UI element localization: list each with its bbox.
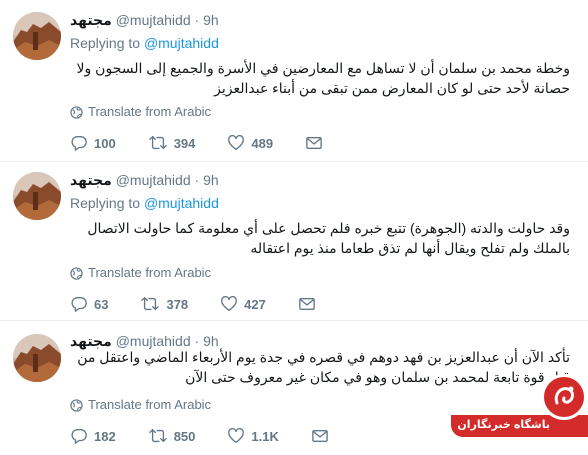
- replying-to: Replying to @mujtahidd: [70, 34, 219, 52]
- retweet-icon: [148, 429, 167, 443]
- globe-icon: [70, 266, 83, 280]
- retweet-icon: [141, 297, 160, 311]
- reply-count: 182: [94, 428, 116, 444]
- retweet-count: 378: [166, 296, 189, 312]
- emblem-icon: [554, 386, 574, 405]
- tweet-text: وخطة محمد بن سلمان أن لا تساهل مع المعار…: [76, 60, 570, 96]
- mention-link[interactable]: @mujtahidd: [144, 35, 219, 51]
- reply-icon: [71, 136, 87, 151]
- retweet-button[interactable]: 850: [148, 427, 196, 445]
- translate-link[interactable]: Translate from Arabic: [70, 104, 211, 120]
- reply-icon: [71, 429, 87, 444]
- watermark-emblem: [541, 374, 587, 420]
- heart-icon: [221, 295, 238, 311]
- reply-count: 63: [94, 296, 109, 312]
- tweet[interactable]: مجتهد @mujtahidd · 9h Replying to @mujta…: [0, 162, 588, 319]
- tweet-actions: 182 850 1.1K: [70, 426, 329, 446]
- display-name[interactable]: مجتهد: [70, 12, 112, 28]
- mention-link[interactable]: @mujtahidd: [144, 195, 219, 211]
- separator-dot: ·: [194, 12, 200, 28]
- translate-label[interactable]: Translate from Arabic: [88, 397, 211, 413]
- retweet-button[interactable]: 378: [140, 295, 188, 313]
- timestamp[interactable]: 9h: [203, 172, 219, 188]
- tweet[interactable]: مجتهد @mujtahidd · 9h Replying to @mujta…: [0, 0, 588, 160]
- desert-landscape-avatar: [13, 172, 61, 220]
- tweet-actions: 100 394 489: [70, 133, 323, 153]
- translate-link[interactable]: Translate from Arabic: [70, 397, 211, 413]
- retweet-count: 394: [173, 135, 196, 151]
- globe-icon: [70, 398, 83, 412]
- heart-icon: [228, 134, 245, 150]
- avatar[interactable]: [13, 334, 61, 382]
- like-button[interactable]: 489: [227, 134, 273, 152]
- like-button[interactable]: 427: [220, 295, 266, 313]
- separator-dot: ·: [194, 172, 200, 188]
- desert-landscape-avatar: [13, 12, 61, 60]
- retweet-button[interactable]: 394: [148, 134, 196, 152]
- like-count: 1.1K: [251, 428, 279, 444]
- reply-count: 100: [94, 135, 116, 151]
- reply-icon: [71, 297, 87, 312]
- display-name[interactable]: مجتهد: [70, 172, 112, 188]
- retweet-icon: [148, 136, 167, 150]
- like-count: 427: [244, 296, 266, 312]
- watermark-logo: باشگاه خبرنگاران: [451, 372, 588, 455]
- user-handle[interactable]: @mujtahidd: [116, 12, 191, 28]
- watermark-text: باشگاه خبرنگاران: [457, 419, 550, 431]
- direct-message-button[interactable]: [305, 135, 323, 151]
- reply-button[interactable]: 182: [70, 427, 116, 445]
- avatar[interactable]: [13, 172, 61, 220]
- avatar[interactable]: [13, 12, 61, 60]
- reply-button[interactable]: 100: [70, 134, 116, 152]
- replying-to: Replying to @mujtahidd: [70, 194, 219, 212]
- envelope-icon: [299, 298, 315, 310]
- tweet-text: وقد حاولت والدته (الجوهرة) تتبع خبره فلم…: [87, 220, 570, 256]
- globe-icon: [70, 105, 83, 119]
- direct-message-button[interactable]: [298, 296, 316, 312]
- like-count: 489: [251, 135, 274, 151]
- tweet-header: مجتهد @mujtahidd · 9h: [70, 11, 219, 29]
- translate-label[interactable]: Translate from Arabic: [88, 265, 211, 281]
- envelope-icon: [312, 430, 328, 442]
- timestamp[interactable]: 9h: [203, 12, 219, 28]
- tweet-actions: 63 378 427: [70, 294, 316, 314]
- envelope-icon: [306, 137, 322, 149]
- desert-landscape-avatar: [13, 334, 61, 382]
- translate-link[interactable]: Translate from Arabic: [70, 265, 211, 281]
- retweet-count: 850: [173, 428, 196, 444]
- direct-message-button[interactable]: [311, 428, 329, 444]
- heart-icon: [228, 427, 245, 443]
- replying-label: Replying to: [70, 195, 141, 211]
- like-button[interactable]: 1.1K: [227, 427, 279, 445]
- reply-button[interactable]: 63: [70, 295, 108, 313]
- user-handle[interactable]: @mujtahidd: [116, 172, 191, 188]
- replying-label: Replying to: [70, 35, 141, 51]
- translate-label[interactable]: Translate from Arabic: [88, 104, 211, 120]
- tweet-header: مجتهد @mujtahidd · 9h: [70, 171, 219, 189]
